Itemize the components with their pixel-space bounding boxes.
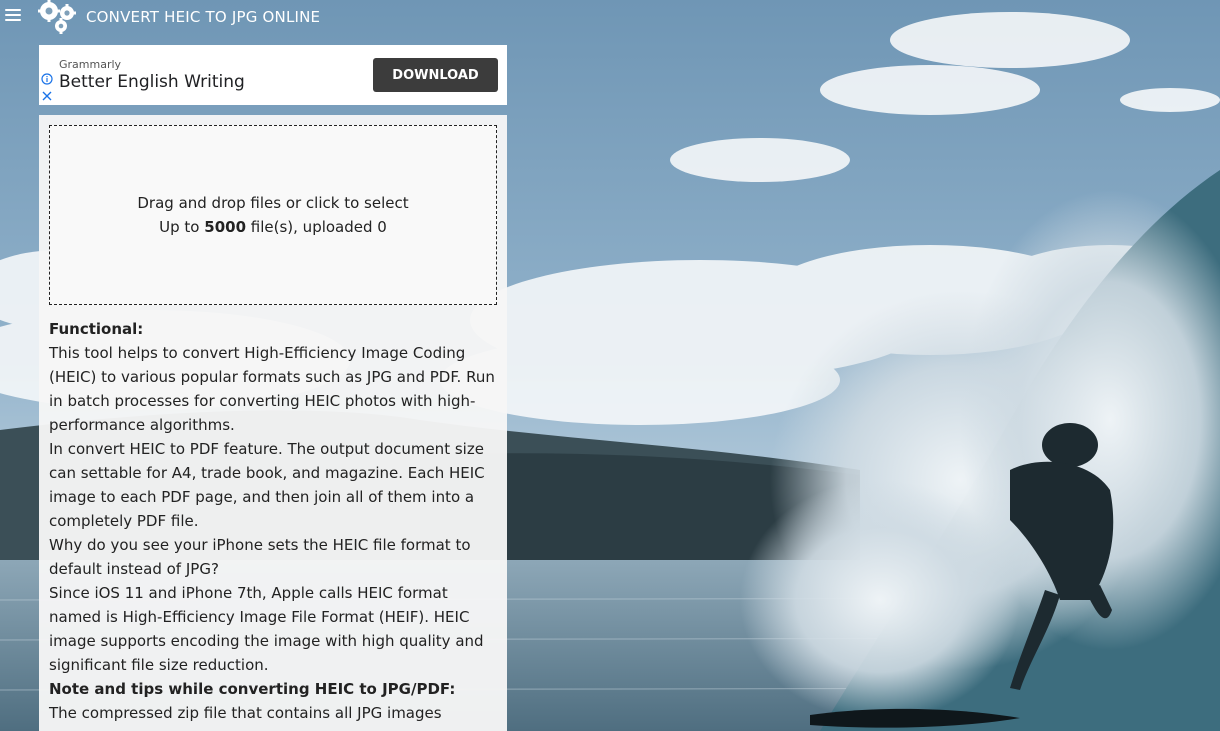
heading-notes-tips: Note and tips while converting HEIC to J… — [49, 680, 456, 698]
paragraph-zip-note: The compressed zip file that contains al… — [49, 704, 442, 722]
gears-icon[interactable] — [37, 0, 79, 34]
heading-functional: Functional: — [49, 320, 144, 338]
hamburger-menu-icon[interactable] — [5, 9, 21, 23]
ad-brand: Grammarly — [59, 58, 122, 71]
converter-panel: Drag and drop files or click to select U… — [39, 115, 507, 731]
info-icon[interactable] — [41, 73, 53, 85]
description-content: Functional: This tool helps to convert H… — [49, 317, 497, 725]
close-icon[interactable] — [41, 90, 53, 102]
ad-headline[interactable]: Better English Writing — [59, 72, 245, 92]
paragraph-pdf-feature: In convert HEIC to PDF feature. The outp… — [49, 440, 485, 530]
paragraph-why-heic: Why do you see your iPhone sets the HEIC… — [49, 536, 471, 578]
limit-prefix: Up to — [159, 218, 205, 236]
limit-suffix: file(s), uploaded 0 — [246, 218, 387, 236]
paragraph-ios-heif: Since iOS 11 and iPhone 7th, Apple calls… — [49, 584, 484, 674]
max-files-count: 5000 — [204, 218, 247, 236]
download-button[interactable]: DOWNLOAD — [373, 58, 498, 92]
file-dropzone[interactable]: Drag and drop files or click to select U… — [49, 125, 497, 305]
site-title[interactable]: CONVERT HEIC TO JPG ONLINE — [86, 8, 320, 26]
dropzone-instruction: Drag and drop files or click to select — [137, 194, 409, 212]
ad-banner[interactable]: Grammarly Better English Writing DOWNLOA… — [39, 45, 507, 105]
paragraph-intro: This tool helps to convert High-Efficien… — [49, 344, 495, 434]
dropzone-limit: Up to 5000 file(s), uploaded 0 — [159, 215, 387, 239]
top-bar: CONVERT HEIC TO JPG ONLINE — [0, 0, 1220, 36]
